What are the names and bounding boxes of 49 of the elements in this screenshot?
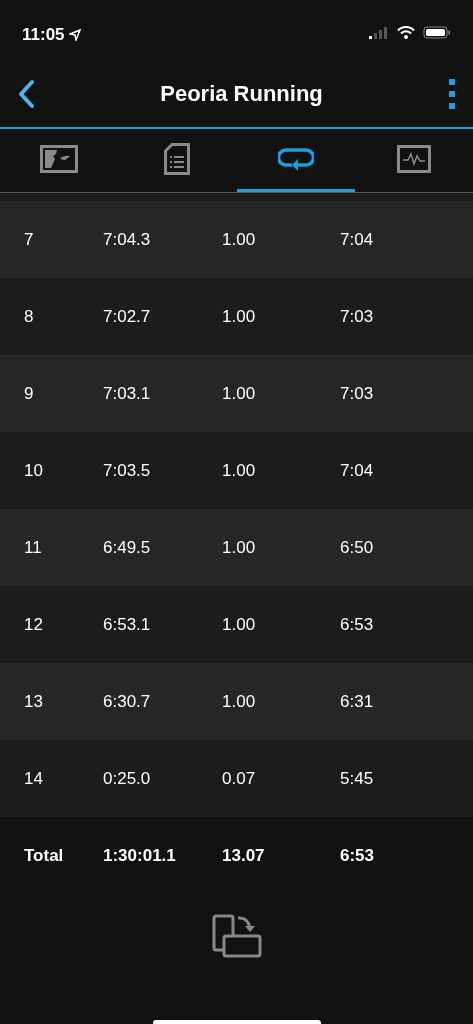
lap-pace: 7:04	[340, 460, 374, 480]
lap-number: 7	[24, 229, 34, 249]
lap-pace: 7:04	[340, 229, 374, 249]
lap-time: 6:30.7	[103, 691, 151, 711]
signal-icon	[369, 26, 389, 39]
total-label: Total	[24, 845, 64, 865]
lap-distance: 1.00	[222, 460, 256, 480]
lap-pace: 6:50	[340, 537, 374, 557]
total-time: 1:30:01.1	[103, 845, 176, 865]
wifi-icon	[397, 26, 415, 39]
map-icon	[40, 145, 79, 173]
rotate-screen-button[interactable]	[211, 914, 262, 960]
lap-distance: 1.00	[222, 306, 256, 326]
lap-pace: 6:53	[340, 614, 374, 634]
document-list-icon	[164, 143, 191, 175]
activity-chart-icon	[396, 145, 431, 173]
back-button[interactable]	[16, 78, 36, 109]
location-icon	[68, 28, 81, 41]
lap-pace: 5:45	[340, 768, 374, 788]
lap-pace: 6:31	[340, 691, 374, 711]
lap-time: 6:49.5	[103, 537, 151, 557]
loop-icon	[277, 146, 314, 172]
lap-number: 9	[24, 383, 34, 403]
lap-time: 7:03.1	[103, 383, 151, 403]
lap-number: 12	[24, 614, 43, 634]
lap-number: 14	[24, 768, 43, 788]
lap-distance: 1.00	[222, 691, 256, 711]
lap-number: 13	[24, 691, 43, 711]
lap-time: 7:02.7	[103, 306, 151, 326]
lap-number: 10	[24, 460, 43, 480]
lap-distance: 1.00	[222, 537, 256, 557]
lap-time: 7:03.5	[103, 460, 151, 480]
more-menu-button[interactable]	[447, 77, 457, 110]
total-distance: 13.07	[222, 845, 265, 865]
lap-time: 7:04.3	[103, 229, 151, 249]
lap-distance: 1.00	[222, 614, 256, 634]
lap-time: 0:25.0	[103, 768, 151, 788]
lap-distance: 1.00	[222, 229, 256, 249]
lap-number: 11	[24, 537, 42, 557]
lap-number: 8	[24, 306, 34, 326]
lap-distance: 1.00	[222, 383, 256, 403]
total-pace: 6:53	[340, 845, 375, 865]
battery-icon	[423, 26, 451, 39]
screen-title: Peoria Running	[160, 80, 323, 108]
lap-pace: 7:03	[340, 383, 374, 403]
lap-pace: 7:03	[340, 306, 374, 326]
lap-distance: 0.07	[222, 768, 256, 788]
lap-time: 6:53.1	[103, 614, 151, 634]
status-time: 11:05	[22, 24, 65, 46]
